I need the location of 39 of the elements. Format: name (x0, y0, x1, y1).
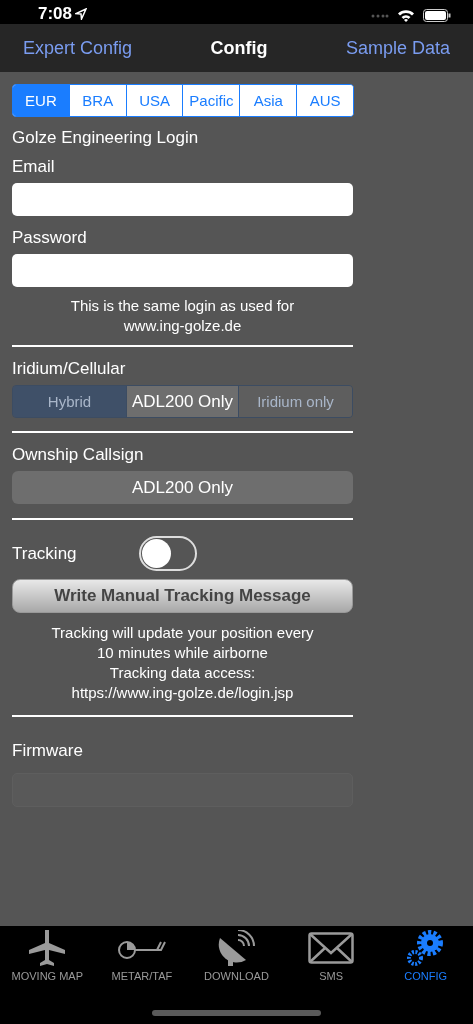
location-arrow-icon (75, 8, 88, 20)
sample-data-link[interactable]: Sample Data (345, 37, 450, 59)
tab-label: SMS (319, 970, 343, 982)
password-field[interactable] (12, 254, 353, 287)
mode-label: ADL200 Only (126, 386, 239, 417)
field-label: Firmware (12, 741, 84, 761)
envelope-icon (308, 930, 355, 966)
clock-time: 7:08 (38, 4, 73, 24)
expert-config-link[interactable]: Expert Config (23, 37, 133, 59)
tab-label: DOWNLOAD (204, 970, 269, 982)
manual-tracking-button[interactable]: Write Manual Tracking Message (12, 579, 353, 613)
field-label: Ownship Callsign (12, 445, 145, 465)
tab-bar-item[interactable]: SMS (283, 930, 379, 982)
tracking-note: Tracking will update your position every 10 minutes while airborne Tracking data access: https://www.ing-golze.de/login.jsp (50, 623, 315, 703)
field-label: Email (12, 157, 56, 177)
tracking-toggle[interactable] (138, 536, 197, 571)
field-label: Iridium/Cellular (12, 359, 127, 379)
gears-icon (405, 930, 446, 966)
region-tab[interactable]: AUS (296, 85, 353, 116)
satellite-dish-icon (216, 930, 257, 966)
field-label: Password (12, 228, 88, 248)
tab-bar-item[interactable]: METAR/TAF (94, 930, 190, 982)
signal-icon (371, 13, 389, 18)
airplane-icon (27, 930, 68, 966)
callsign-value[interactable]: ADL200 Only (12, 471, 353, 504)
tab-label: METAR/TAF (111, 970, 173, 982)
tab-bar-item[interactable]: CONFIG (378, 930, 473, 982)
tab-bar-item[interactable]: MOVING MAP (0, 930, 95, 982)
tab-label: CONFIG (404, 970, 448, 982)
battery-icon (423, 9, 451, 22)
region-tab[interactable]: EUR (13, 85, 69, 116)
screen-title: Config (210, 37, 268, 59)
tab-label: MOVING MAP (11, 970, 84, 982)
login-note: This is the same login as used for www.ing-golze.de (69, 296, 296, 336)
wifi-icon (397, 9, 415, 22)
field-label: Tracking (12, 543, 77, 564)
tab-bar-item[interactable]: DOWNLOAD (189, 930, 284, 982)
email-field[interactable] (12, 183, 353, 216)
section-heading: Golze Engineering Login (12, 128, 200, 148)
